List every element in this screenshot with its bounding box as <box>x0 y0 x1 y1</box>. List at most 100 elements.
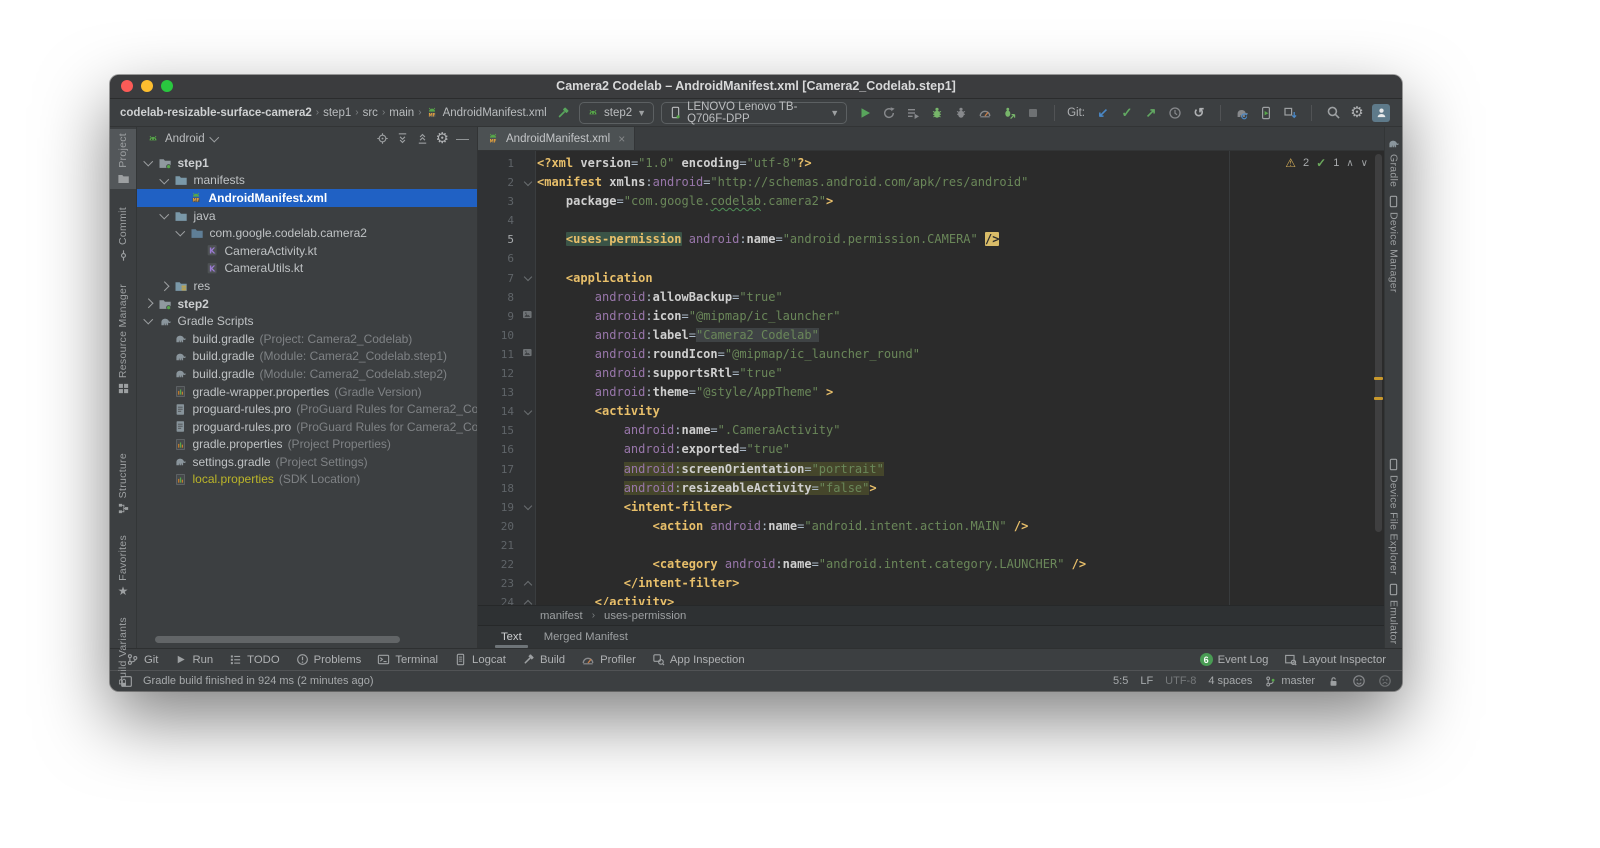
debug-button[interactable] <box>926 102 948 123</box>
gear-button[interactable]: ⚙ <box>436 131 449 146</box>
tool-window-button-resource-manager[interactable]: Resource Manager <box>110 280 136 399</box>
tool-window-button-favorites[interactable]: Favorites ★ <box>110 531 136 601</box>
sync-gradle-button[interactable] <box>1231 102 1253 123</box>
push-button[interactable]: ↗ <box>1140 102 1162 123</box>
tree-item-java[interactable]: java <box>137 207 477 225</box>
minimize-window-button[interactable] <box>141 80 153 92</box>
tree-item-gradle-wrapper.properties[interactable]: gradle-wrapper.properties (Gradle Version… <box>137 383 477 401</box>
tool-window-button-structure[interactable]: Structure <box>110 449 136 519</box>
settings-button[interactable]: ⚙ <box>1346 102 1368 123</box>
file-encoding[interactable]: UTF-8 <box>1165 675 1196 687</box>
code-line-8[interactable]: 8 android:allowBackup="true" <box>478 288 1384 307</box>
tree-item-cameraactivity.kt[interactable]: K CameraActivity.kt <box>137 242 477 260</box>
tool-window-button-terminal[interactable]: Terminal <box>369 649 446 670</box>
nav-crumb[interactable]: src <box>363 107 378 119</box>
tree-item-camerautils.kt[interactable]: K CameraUtils.kt <box>137 260 477 278</box>
history-button[interactable] <box>1164 102 1186 123</box>
tree-item-res[interactable]: res <box>137 277 477 295</box>
fold-marker-icon[interactable] <box>519 269 537 288</box>
tab-text[interactable]: Text <box>490 626 533 648</box>
fold-marker-icon[interactable] <box>519 173 537 192</box>
code-line-19[interactable]: 19 <intent-filter> <box>478 498 1384 517</box>
device-manager-button[interactable] <box>1255 102 1277 123</box>
run-button[interactable] <box>854 102 876 123</box>
close-icon[interactable]: × <box>618 132 625 146</box>
editor-tab[interactable]: MF AndroidManifest.xml × <box>478 127 636 150</box>
build-project-button[interactable] <box>554 102 572 123</box>
expand-all-button[interactable] <box>396 132 409 145</box>
tree-item-local.properties[interactable]: local.properties (SDK Location) <box>137 471 477 489</box>
nav-crumb[interactable]: main <box>389 107 414 119</box>
profile-low-overhead-button[interactable] <box>998 102 1020 123</box>
lock-icon[interactable] <box>1327 675 1340 688</box>
tool-window-button-layout-inspector[interactable]: Layout Inspector <box>1276 653 1394 666</box>
line-separator[interactable]: LF <box>1140 675 1153 687</box>
code-line-13[interactable]: 13 android:theme="@style/AppTheme" > <box>478 383 1384 402</box>
tree-expand-icon[interactable] <box>159 174 169 184</box>
fold-marker-icon[interactable] <box>519 498 537 517</box>
code-line-11[interactable]: 11 android:roundIcon="@mipmap/ic_launche… <box>478 345 1384 364</box>
tool-window-button-commit[interactable]: Commit <box>110 203 136 266</box>
code-line-17[interactable]: 17 android:screenOrientation="portrait" <box>478 460 1384 479</box>
tool-window-button-build[interactable]: Build <box>514 649 573 670</box>
tab-merged-manifest[interactable]: Merged Manifest <box>533 626 639 648</box>
tool-window-button-gradle[interactable]: Gradle <box>1385 133 1402 191</box>
fold-marker-icon[interactable] <box>519 574 537 593</box>
apply-code-changes-button[interactable] <box>902 102 924 123</box>
stop-button[interactable] <box>1022 102 1044 123</box>
tool-window-button-todo[interactable]: TODO <box>221 649 287 670</box>
nav-crumb[interactable]: step1 <box>323 107 351 119</box>
code-line-21[interactable]: 21 <box>478 536 1384 555</box>
code-line-3[interactable]: 3 package="com.google.codelab.camera2"> <box>478 192 1384 211</box>
code-line-6[interactable]: 6 <box>478 249 1384 268</box>
code-line-1[interactable]: 1 <?xml version="1.0" encoding="utf-8"?> <box>478 154 1384 173</box>
nav-crumb[interactable]: MF AndroidManifest.xml <box>426 106 547 119</box>
indent-setting[interactable]: 4 spaces <box>1208 675 1252 687</box>
apply-changes-button[interactable] <box>878 102 900 123</box>
tree-item-com.google.codelab.camera2[interactable]: com.google.codelab.camera2 <box>137 224 477 242</box>
tree-item-settings.gradle[interactable]: settings.gradle (Project Settings) <box>137 453 477 471</box>
resource-preview-icon[interactable] <box>519 345 537 364</box>
code-line-24[interactable]: 24 </activity> <box>478 593 1384 605</box>
previous-problem-button[interactable]: ∧ <box>1346 154 1353 173</box>
tree-expand-icon[interactable] <box>143 156 153 166</box>
tool-window-button-problems[interactable]: Problems <box>288 649 370 670</box>
device-select[interactable]: LENOVO Lenovo TB-Q706F-DPP ▼ <box>661 101 848 125</box>
code-line-14[interactable]: 14 <activity <box>478 402 1384 421</box>
tool-window-button-project[interactable]: Project <box>110 129 136 189</box>
tool-window-button-device-file-explorer[interactable]: Device File Explorer <box>1385 454 1402 579</box>
tool-window-button-profiler[interactable]: Profiler <box>573 649 644 670</box>
locate-button[interactable] <box>376 132 389 145</box>
run-config-select[interactable]: step2 ▼ <box>579 101 655 124</box>
code-line-2[interactable]: 2 <manifest xmlns:android="http://schemas… <box>478 173 1384 192</box>
tool-window-button-event-log[interactable]: 6 Event Log <box>1192 653 1277 666</box>
zoom-window-button[interactable] <box>161 80 173 92</box>
tree-item-gradle.properties[interactable]: gradle.properties (Project Properties) <box>137 436 477 454</box>
code-line-22[interactable]: 22 <category android:name="android.inten… <box>478 555 1384 574</box>
breadcrumb-item[interactable]: uses-permission <box>604 610 686 622</box>
project-horizontal-scrollbar[interactable] <box>155 636 400 643</box>
project-view-selector[interactable]: Android <box>165 133 205 145</box>
tree-item-build.gradle[interactable]: build.gradle (Module: Camera2_Codelab.ste… <box>137 365 477 383</box>
resource-preview-icon[interactable] <box>519 307 537 326</box>
chevron-down-icon[interactable] <box>209 132 219 142</box>
search-everywhere-button[interactable] <box>1322 102 1344 123</box>
tree-item-build.gradle[interactable]: build.gradle (Module: Camera2_Codelab.ste… <box>137 348 477 366</box>
hide-button[interactable]: — <box>456 132 469 146</box>
tree-expand-icon[interactable] <box>159 281 169 291</box>
code-line-5[interactable]: 5 <uses-permission android:name="android… <box>478 230 1384 249</box>
attach-debugger-button[interactable] <box>950 102 972 123</box>
git-branch-widget[interactable]: master <box>1264 675 1315 688</box>
warning-stripe-mark[interactable] <box>1374 397 1383 400</box>
tree-item-build.gradle[interactable]: build.gradle (Project: Camera2_Codelab) <box>137 330 477 348</box>
tree-item-proguard-rules.pro[interactable]: proguard-rules.pro (ProGuard Rules for Ca… <box>137 400 477 418</box>
code-line-20[interactable]: 20 <action android:name="android.intent.… <box>478 517 1384 536</box>
code-line-23[interactable]: 23 </intent-filter> <box>478 574 1384 593</box>
profile-avatar[interactable] <box>1370 102 1392 123</box>
warning-stripe-mark[interactable] <box>1374 377 1383 380</box>
tool-window-button-emulator[interactable]: Emulator <box>1385 579 1402 648</box>
close-window-button[interactable] <box>121 80 133 92</box>
commit-button[interactable]: ✓ <box>1116 102 1138 123</box>
caret-position[interactable]: 5:5 <box>1113 675 1128 687</box>
code-line-9[interactable]: 9 android:icon="@mipmap/ic_launcher" <box>478 307 1384 326</box>
